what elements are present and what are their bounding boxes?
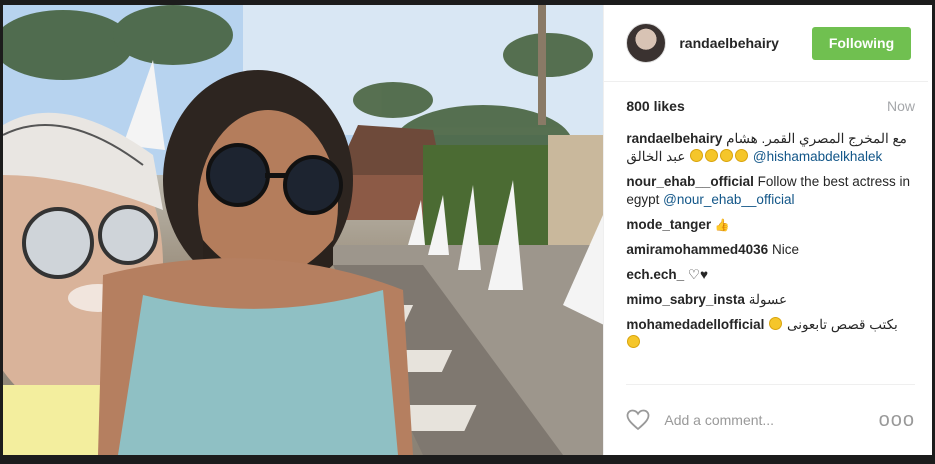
comment-item: mimo_sabry_insta عسولة	[626, 291, 915, 309]
comment-item: mode_tanger 👍	[626, 216, 915, 234]
post-author-username[interactable]: randaelbehairy	[679, 35, 812, 51]
comment-item: amiramohammed4036 Nice	[626, 241, 915, 259]
comment-mention[interactable]: @nour_ehab__official	[663, 192, 794, 207]
smiley-emoji-icon	[720, 149, 734, 162]
comment-text: بكتب قصص تابعونى	[786, 317, 898, 332]
comment-text: ♡♥	[687, 267, 709, 282]
smiley-emoji-icon	[690, 149, 704, 162]
post-timestamp: Now	[886, 98, 915, 114]
comment-item: nour_ehab__official Follow the best actr…	[626, 173, 915, 209]
add-comment-input[interactable]	[662, 411, 879, 429]
post-header: randaelbehairy Following	[604, 5, 928, 82]
comment-author[interactable]: nour_ehab__official	[626, 174, 754, 189]
post-stats: 800 likes Now	[626, 82, 915, 130]
comment-mention[interactable]: @hishamabdelkhalek	[753, 149, 882, 164]
avatar[interactable]	[626, 23, 667, 63]
comment-item: randaelbehairy مع المخرج المصري القمر. ه…	[626, 130, 915, 166]
likes-count[interactable]: 800 likes	[626, 98, 684, 114]
thumbs-up-icon: 👍	[714, 218, 730, 232]
smiley-emoji-icon	[769, 317, 783, 330]
comment-item: mohamedadellofficial بكتب قصص تابعونى	[626, 316, 915, 352]
post-modal: randaelbehairy Following 800 likes Now r…	[3, 5, 932, 455]
comment-list: randaelbehairy مع المخرج المصري القمر. ه…	[604, 130, 932, 368]
smiley-emoji-icon	[705, 149, 719, 162]
post-photo[interactable]	[3, 5, 604, 455]
comment-author[interactable]: randaelbehairy	[626, 131, 722, 146]
comment-author[interactable]: mimo_sabry_insta	[626, 292, 745, 307]
post-side-panel: randaelbehairy Following 800 likes Now r…	[603, 5, 932, 455]
heart-icon[interactable]	[626, 409, 650, 431]
photo-illustration	[3, 5, 604, 455]
comment-item: ech.ech_ ♡♥	[626, 266, 915, 284]
comment-author[interactable]: mode_tanger	[626, 217, 711, 232]
comment-footer: ooo	[626, 384, 915, 455]
more-options-icon[interactable]: ooo	[879, 409, 915, 432]
comment-text: عسولة	[748, 292, 788, 307]
comment-author[interactable]: ech.ech_	[626, 267, 684, 282]
smiley-emoji-icon	[735, 149, 749, 162]
comment-author[interactable]: mohamedadellofficial	[626, 317, 764, 332]
following-button[interactable]: Following	[812, 26, 911, 60]
comment-text: Nice	[771, 242, 799, 257]
smiley-emoji-icon	[627, 335, 641, 348]
comment-author[interactable]: amiramohammed4036	[626, 242, 768, 257]
